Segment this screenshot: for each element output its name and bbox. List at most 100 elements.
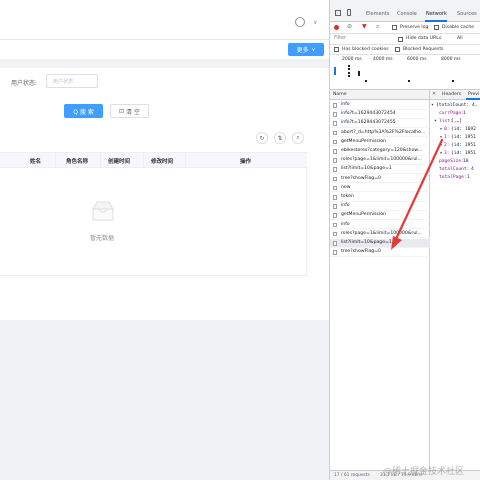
tab-console[interactable]: Console [397,11,417,17]
reset-icon: ⊡ [119,107,125,115]
search-button[interactable]: Q 搜 索 [64,104,103,118]
preview-item-value: {id: 1951 [451,151,476,156]
preview-totalpage-value: 1 [467,175,470,180]
reset-button-label: 清 空 [126,108,140,116]
close-icon[interactable]: ✕ [432,91,436,97]
request-row[interactable]: info [330,221,430,230]
tab-sources[interactable]: Sources [457,11,477,17]
has-blocked-cookies-checkbox[interactable] [334,47,339,52]
request-name: roles?page=1&limit=100000&rul... [341,230,422,236]
request-row[interactable]: roles?page=1&limit=100000&rul... [330,230,430,239]
status-select-placeholder: 用户状态 [53,78,74,85]
column-header-role: 角色名称 [66,159,89,165]
device-toggle-icon[interactable] [347,9,351,16]
status-select[interactable]: 用户状态 [46,74,98,88]
expand-arrow-icon[interactable]: ▸ [440,135,443,140]
name-column-header[interactable]: Name [333,92,347,97]
request-row[interactable]: getMenuPermission [330,211,430,220]
hide-data-urls-label: Hide data URLs [406,36,442,41]
preview-item-value: {id: 1951 [451,143,476,148]
preview-item-value: {id: 1951 [451,135,476,140]
preview-root: {totalCount: 4, [436,103,478,108]
request-name: info [341,221,350,227]
request-row[interactable]: info [330,202,430,211]
column-divider [429,90,430,100]
timeline-tick: 8000 ms [441,57,461,62]
file-icon [333,204,337,209]
search-toggle-icon[interactable]: ⌕ [292,132,304,144]
column-header-name: 姓名 [30,159,42,165]
file-icon [333,222,337,228]
search-button-label: Q 搜 索 [73,108,94,116]
preview-pane: ▾ {totalCount: 4, currPage: 1 ▾ list: [,… [330,101,480,201]
preserve-log-checkbox[interactable] [392,25,397,30]
active-detail-tab-indicator [466,98,480,100]
filter-icon[interactable]: ▼ [362,23,367,30]
reset-button[interactable]: ⊡ 清 空 [110,104,149,118]
preview-totalpage-key: totalPage: [439,175,467,180]
preserve-log-label: Preserve log [400,25,429,30]
request-row[interactable]: list?limit=10&page=1 [330,239,430,248]
more-button[interactable]: 更多 ∨ [288,43,324,56]
preview-item-index: 2: [444,143,450,148]
preview-expand-icon[interactable]: ▾ [431,103,434,108]
preview-totalcount-key: totalCount: [439,167,470,172]
preview-item-value: {id: 1692 [451,127,476,132]
blocked-requests-checkbox[interactable] [395,47,400,52]
request-name: info [341,203,350,209]
preview-pagesize-key: pageSize: [439,159,464,164]
filter-input[interactable]: Filter [334,36,346,41]
file-icon [333,231,337,237]
preview-totalcount-value: 4 [471,167,474,172]
timeline-bar [452,80,454,82]
timeline-tick: 6000 ms [407,57,427,62]
devtools-tabbar: Elements Console Network Sources [330,0,480,22]
refresh-icon[interactable]: ↻ [256,132,268,144]
hide-data-urls-checkbox[interactable] [398,37,403,42]
expand-arrow-icon[interactable]: ▸ [440,143,443,148]
empty-box-icon [92,201,114,221]
clear-icon[interactable]: ⊘ [347,23,352,30]
all-filter[interactable]: All [457,36,463,41]
tab-preview[interactable]: Previ [468,92,479,97]
disable-cache-checkbox[interactable] [434,25,439,30]
preview-expand-icon[interactable]: ▾ [434,119,437,124]
inspect-icon[interactable] [335,10,341,16]
preview-item-index: 3: [444,151,450,156]
column-settings-icon[interactable]: ⇅ [274,132,286,144]
settings-icon[interactable] [295,17,305,27]
table-body: 暂无数据 [0,168,307,276]
file-icon [333,250,337,255]
table-header: 姓名 角色名称 创建时间 修改时间 操作 [0,152,307,169]
file-icon [333,213,337,218]
column-header-actions: 操作 [240,159,252,165]
preview-item-index: 0: [444,127,450,132]
search-icon[interactable]: ⌕ [376,23,379,31]
tab-network[interactable]: Network [426,11,447,17]
admin-app: ∨ 更多 ∨ 用户状态: 用户状态 Q 搜 索 ⊡ 清 空 ↻ ⇅ ⌕ 姓名 角… [0,0,329,480]
request-name: getMenuPermission [341,212,386,218]
more-button-label: 更多 [296,47,309,54]
has-blocked-cookies-label: Has blocked cookies [342,47,389,52]
timeline-overview: 2000 ms 4000 ms 6000 ms 8000 ms [330,55,480,90]
expand-arrow-icon[interactable]: ▸ [440,151,443,156]
chevron-down-icon[interactable]: ∨ [313,19,317,26]
request-row[interactable]: tree?showFlag=0 [330,248,430,257]
column-header-created: 创建时间 [108,159,131,165]
record-icon[interactable] [334,25,339,30]
cookies-bar: Has blocked cookies Blocked Requests [330,45,480,55]
timeline-bar [358,71,360,76]
timeline-bar [365,80,367,82]
expand-arrow-icon[interactable]: ▸ [440,127,443,132]
devtools-panel: Elements Console Network Sources ⊘ ▼ ⌕ P… [329,0,480,480]
network-toolbar: ⊘ ▼ ⌕ Preserve log Disable cache [330,22,480,34]
preview-list-value: [,…] [451,119,463,124]
filter-bar: Filter Hide data URLs All [330,34,480,45]
chevron-down-icon: ∨ [311,46,316,53]
tab-elements[interactable]: Elements [366,11,389,17]
request-count: 17 / 61 requests [334,473,370,478]
timeline-tick: 4000 ms [373,57,393,62]
tab-headers[interactable]: Headers [442,92,461,97]
preview-pagesize-value: 10 [463,159,469,164]
requests-header: Name ✕ Headers Previ [330,90,480,100]
